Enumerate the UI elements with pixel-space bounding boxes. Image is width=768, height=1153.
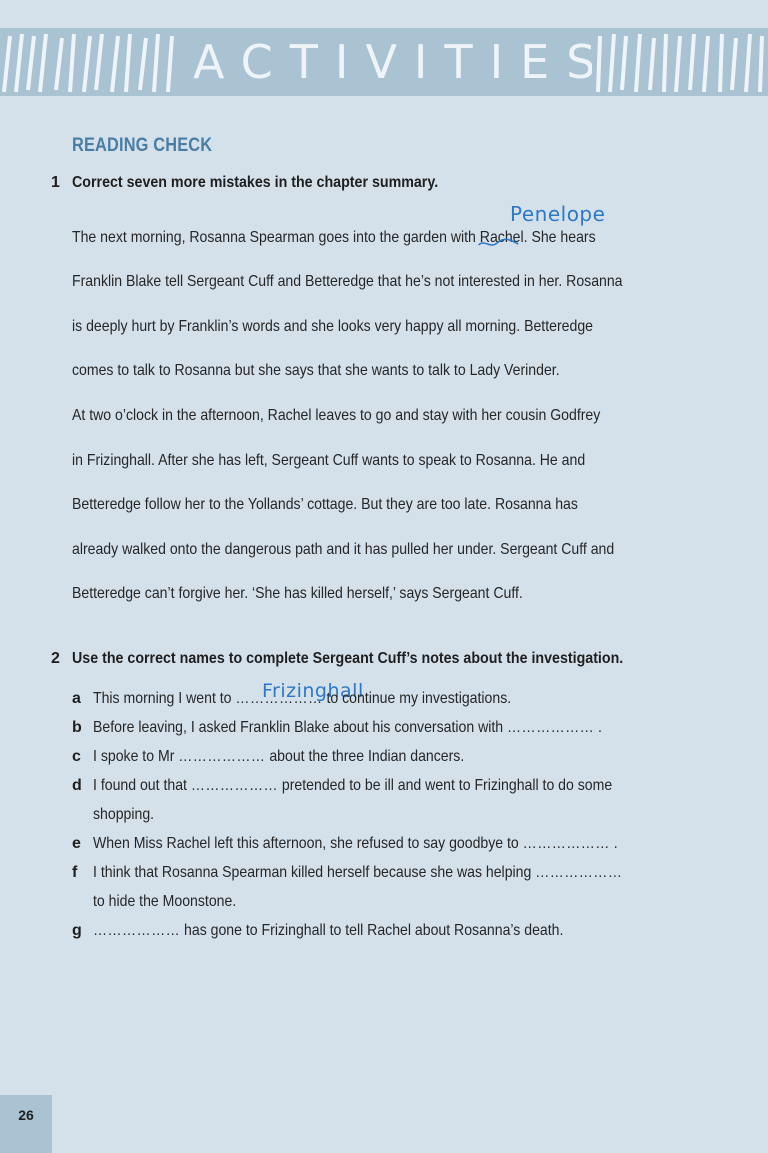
question-2-text: Use the correct names to complete Sergea… (72, 650, 624, 667)
summary-line-6: in Frizinghall. After she has left, Serg… (72, 452, 586, 469)
summary-line-1-end: She hears (531, 229, 596, 246)
summary-line-1-start: The next morning, Rosanna Spearman goes … (72, 229, 476, 246)
item-e-after: . (609, 835, 618, 852)
item-a-blank[interactable]: ……………… (235, 690, 322, 707)
item-a-after: to continue my investigations. (322, 690, 512, 707)
item-d-after: pretended to be ill and went to Frizingh… (277, 777, 613, 794)
item-b-blank[interactable]: ……………… (507, 719, 594, 736)
banner-title-box: ACTIVITIES (176, 28, 613, 96)
item-g-text: ……………… has gone to Frizinghall to tell R… (93, 922, 563, 940)
item-e-letter: e (72, 835, 81, 852)
crossed-out-word: Rachel. (478, 229, 532, 246)
banner-stripes-right (592, 28, 768, 96)
item-a-letter: a (72, 690, 81, 707)
summary-line-2: Franklin Blake tell Sergeant Cuff and Be… (72, 273, 623, 290)
summary-line-9: Betteredge can’t forgive her. ‘She has k… (72, 585, 523, 602)
question-2-number: 2 (51, 650, 60, 667)
item-a-text: This morning I went to ……………… to continu… (93, 690, 511, 708)
question-1-text: Correct seven more mistakes in the chapt… (72, 174, 439, 191)
item-b-letter: b (72, 719, 82, 736)
strikethrough-scribble (478, 238, 519, 246)
item-d-blank[interactable]: ……………… (191, 777, 278, 794)
item-c-letter: c (72, 748, 81, 765)
summary-line-1: The next morning, Rosanna Spearman goes … (72, 229, 596, 247)
summary-line-7: Betteredge follow her to the Yollands’ c… (72, 496, 578, 513)
activities-banner: ACTIVITIES (0, 28, 768, 96)
page-number-box: 26 (0, 1095, 52, 1153)
page-title: ACTIVITIES (193, 35, 613, 89)
item-f-blank[interactable]: ……………… (535, 864, 622, 881)
item-f-letter: f (72, 864, 78, 881)
handwritten-correction-penelope: Penelope (510, 202, 606, 226)
item-e-blank[interactable]: ……………… (523, 835, 610, 852)
item-c-blank[interactable]: ……………… (178, 748, 265, 765)
summary-line-4: comes to talk to Rosanna but she says th… (72, 362, 560, 379)
summary-line-5: At two o’clock in the afternoon, Rachel … (72, 407, 601, 424)
item-a-before: This morning I went to (93, 690, 236, 707)
item-e-text: When Miss Rachel left this afternoon, sh… (93, 835, 618, 853)
item-d-continuation: shopping. (93, 806, 155, 823)
item-e-before: When Miss Rachel left this afternoon, sh… (93, 835, 523, 852)
item-f-text: I think that Rosanna Spearman killed her… (93, 864, 622, 882)
summary-line-8: already walked onto the dangerous path a… (72, 541, 615, 558)
item-d-letter: d (72, 777, 82, 794)
item-b-text: Before leaving, I asked Franklin Blake a… (93, 719, 602, 737)
page-number: 26 (18, 1107, 34, 1123)
item-f-continuation: to hide the Moonstone. (93, 893, 237, 910)
banner-stripes-left (0, 28, 180, 96)
item-b-after: . (594, 719, 602, 736)
item-f-before: I think that Rosanna Spearman killed her… (93, 864, 536, 881)
item-g-letter: g (72, 922, 82, 939)
section-heading: READING CHECK (72, 135, 213, 156)
item-g-blank[interactable]: ……………… (93, 922, 180, 939)
item-c-text: I spoke to Mr ……………… about the three Ind… (93, 748, 464, 766)
item-d-before: I found out that (93, 777, 191, 794)
item-b-before: Before leaving, I asked Franklin Blake a… (93, 719, 508, 736)
item-c-after: about the three Indian dancers. (265, 748, 465, 765)
item-g-after: has gone to Frizinghall to tell Rachel a… (180, 922, 564, 939)
summary-line-3: is deeply hurt by Franklin’s words and s… (72, 318, 593, 335)
item-c-before: I spoke to Mr (93, 748, 179, 765)
question-1-number: 1 (51, 174, 60, 191)
item-d-text: I found out that ……………… pretended to be … (93, 777, 612, 795)
